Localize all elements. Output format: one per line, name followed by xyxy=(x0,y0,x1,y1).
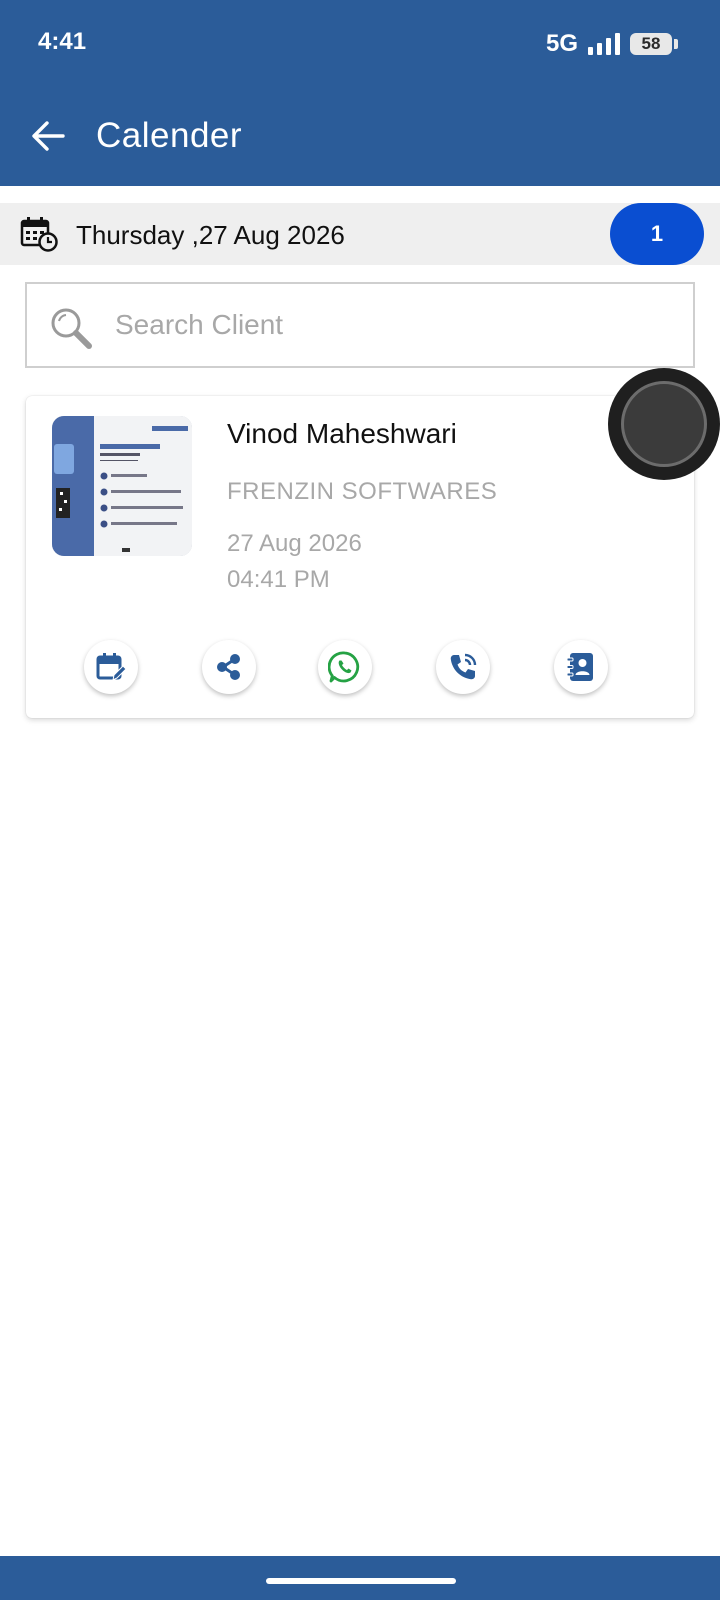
navigation-bar xyxy=(0,1556,720,1600)
client-name: Vinod Maheshwari xyxy=(227,418,457,449)
search-icon xyxy=(51,308,92,349)
calendar-clock-icon xyxy=(20,217,58,252)
business-card-image xyxy=(52,416,192,556)
contact-book-icon xyxy=(566,653,593,681)
battery-level: 58 xyxy=(641,34,661,53)
search-box[interactable] xyxy=(25,282,695,368)
signal-icon xyxy=(588,33,620,55)
calendar-edit-icon xyxy=(96,653,127,681)
business-card-thumbnail[interactable] xyxy=(52,416,192,556)
app-bar: 4:41 5G 58 Calender xyxy=(0,0,720,186)
status-time: 4:41 xyxy=(38,28,87,55)
status-indicators: 5G 58 xyxy=(545,30,678,58)
schedule-button[interactable] xyxy=(84,640,138,694)
whatsapp-icon xyxy=(328,651,360,683)
client-time: 04:41 PM xyxy=(227,566,330,593)
whatsapp-button[interactable] xyxy=(318,640,372,694)
share-icon xyxy=(217,654,240,680)
client-date: 27 Aug 2026 xyxy=(227,530,362,557)
call-button[interactable] xyxy=(436,640,490,694)
client-card[interactable]: Vinod Maheshwari FRENZIN SOFTWARES 27 Au… xyxy=(26,396,694,718)
share-button[interactable] xyxy=(202,640,256,694)
home-gesture-handle[interactable] xyxy=(266,1578,456,1584)
selected-date: Thursday ,27 Aug 2026 xyxy=(76,220,345,250)
client-company: FRENZIN SOFTWARES xyxy=(227,478,498,505)
back-arrow-icon[interactable] xyxy=(30,118,66,154)
appointment-count-badge[interactable]: 1 xyxy=(610,203,704,265)
network-type: 5G xyxy=(545,30,578,57)
card-actions xyxy=(84,640,644,694)
add-contact-button[interactable] xyxy=(554,640,608,694)
phone-call-icon xyxy=(450,653,477,680)
search-input[interactable] xyxy=(115,298,675,352)
page-title: Calender xyxy=(96,116,243,155)
date-bar: Thursday ,27 Aug 2026 1 xyxy=(0,203,720,265)
floating-assistive-button[interactable] xyxy=(608,368,720,480)
battery-icon: 58 xyxy=(630,33,678,55)
